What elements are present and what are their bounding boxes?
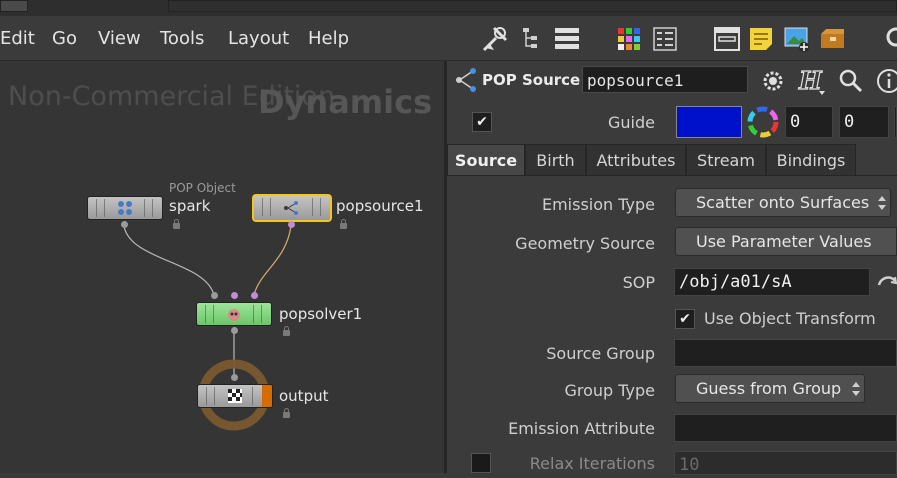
- dropdown-arrows-icon: [878, 196, 886, 210]
- pop-source-icon: [284, 201, 298, 215]
- color-grid-icon[interactable]: [614, 24, 644, 54]
- output-connector[interactable]: [231, 327, 238, 334]
- node-type-label: POP Object: [169, 181, 236, 195]
- use-object-transform-checkbox[interactable]: ✔: [675, 309, 695, 329]
- group-type-dropdown[interactable]: Guess from Group: [675, 374, 865, 403]
- wire-spark-to-solver: [123, 225, 215, 296]
- solver-icon: [228, 309, 240, 321]
- parameter-tabs: Source Birth Attributes Stream Bindings: [447, 144, 897, 176]
- menu-go[interactable]: Go: [52, 28, 77, 49]
- menu-bar: Edit Go View Tools Layout Help: [0, 16, 897, 61]
- pop-object-icon: [118, 201, 132, 215]
- details-view-icon[interactable]: [650, 24, 680, 54]
- wrench-icon[interactable]: [480, 24, 510, 54]
- input-connector-1[interactable]: [211, 292, 218, 299]
- tab-birth[interactable]: Birth: [525, 144, 586, 176]
- input-connector-2[interactable]: [231, 292, 238, 299]
- list-view-icon[interactable]: [552, 24, 582, 54]
- node-name[interactable]: popsolver1: [279, 305, 362, 323]
- relax-iterations-field[interactable]: 10: [674, 451, 897, 475]
- display-flag[interactable]: [262, 385, 272, 407]
- guide-label: Guide: [608, 113, 655, 132]
- svg-text:H: H: [798, 66, 823, 95]
- output-connector[interactable]: [288, 221, 295, 228]
- node-body[interactable]: [197, 384, 273, 408]
- source-group-label: Source Group: [546, 344, 655, 363]
- guide-value-g[interactable]: 0: [839, 106, 889, 138]
- group-type-label: Group Type: [564, 381, 655, 400]
- emission-type-dropdown[interactable]: Scatter onto Surfaces: [675, 188, 891, 217]
- guide-value-r[interactable]: 0: [785, 106, 833, 138]
- emission-attribute-field[interactable]: [674, 414, 897, 442]
- pop-source-icon: [456, 68, 476, 92]
- node-body[interactable]: [196, 302, 272, 326]
- tab-bindings[interactable]: Bindings: [766, 144, 856, 176]
- help-h-icon[interactable]: H: [795, 65, 827, 97]
- node-chooser-icon[interactable]: [877, 271, 897, 293]
- guide-color-swatch[interactable]: [676, 106, 742, 138]
- emission-type-label: Emission Type: [541, 195, 655, 214]
- sop-label: SOP: [622, 273, 655, 292]
- output-connector[interactable]: [121, 221, 128, 228]
- parameter-panel: POP Source popsource1 H ✔ Guide 0 0 Sour…: [447, 61, 897, 475]
- network-box-icon[interactable]: [818, 24, 848, 54]
- input-connector[interactable]: [231, 374, 238, 381]
- image-add-icon[interactable]: [782, 24, 812, 54]
- tab-source[interactable]: Source: [447, 144, 525, 176]
- search-icon[interactable]: [880, 24, 897, 54]
- node-wires: [123, 225, 292, 431]
- gear-icon[interactable]: [759, 67, 787, 95]
- emission-attribute-label: Emission Attribute: [508, 419, 655, 438]
- search-icon[interactable]: [837, 67, 865, 95]
- node-body[interactable]: [87, 196, 163, 220]
- geometry-source-value: Use Parameter Values: [696, 232, 872, 251]
- lock-icon[interactable]: [283, 408, 290, 418]
- color-wheel-icon[interactable]: [747, 106, 779, 138]
- node-type-title: POP Source: [482, 71, 581, 89]
- menu-edit[interactable]: Edit: [0, 28, 35, 49]
- dropdown-arrows-icon: [852, 382, 860, 396]
- node-name-field[interactable]: popsource1: [582, 66, 748, 93]
- menu-help[interactable]: Help: [308, 28, 349, 49]
- geometry-source-dropdown[interactable]: Use Parameter Values: [675, 227, 897, 256]
- input-connector-3[interactable]: [251, 292, 258, 299]
- use-object-transform-label: Use Object Transform: [704, 309, 876, 328]
- wire-source-to-solver: [253, 225, 292, 296]
- geometry-source-label: Geometry Source: [515, 234, 655, 253]
- menu-tools[interactable]: Tools: [160, 28, 204, 49]
- network-editor[interactable]: Non-Commercial Edition Dynamics POP Obje…: [0, 61, 444, 473]
- window-top-strip: [0, 0, 897, 16]
- sop-field[interactable]: /obj/a01/sA: [674, 268, 870, 296]
- emission-type-value: Scatter onto Surfaces: [696, 193, 870, 212]
- node-name[interactable]: output: [279, 387, 328, 405]
- node-name[interactable]: spark: [169, 197, 210, 215]
- source-group-field[interactable]: [674, 339, 897, 367]
- tree-view-icon[interactable]: [516, 24, 546, 54]
- node-body-selected[interactable]: [252, 194, 332, 222]
- menu-layout[interactable]: Layout: [228, 28, 289, 49]
- layout-icon[interactable]: [712, 24, 742, 54]
- relax-iterations-label: Relax Iterations: [529, 454, 655, 473]
- lock-icon[interactable]: [173, 219, 180, 229]
- lock-icon[interactable]: [283, 326, 290, 336]
- menu-view[interactable]: View: [98, 28, 141, 49]
- checkered-flag-icon: [228, 389, 242, 403]
- top-strip-tab[interactable]: [0, 0, 28, 12]
- node-name[interactable]: popsource1: [336, 197, 424, 215]
- tab-attributes[interactable]: Attributes: [586, 144, 686, 176]
- path-bar[interactable]: [168, 0, 897, 12]
- tab-divider: [447, 175, 897, 176]
- guide-checkbox[interactable]: ✔: [472, 112, 492, 132]
- sticky-note-icon[interactable]: [746, 24, 776, 54]
- group-type-value: Guess from Group: [696, 379, 842, 398]
- info-icon[interactable]: [875, 67, 897, 95]
- tab-stream[interactable]: Stream: [686, 144, 766, 176]
- lock-icon[interactable]: [340, 219, 347, 229]
